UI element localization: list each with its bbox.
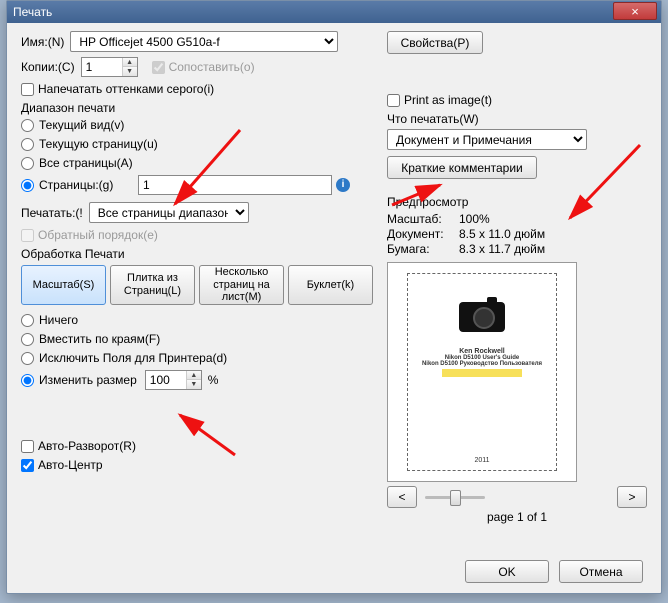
radio-scale-none[interactable]: [21, 314, 34, 327]
label-current-view: Текущий вид(v): [39, 118, 124, 132]
radio-scale-fit[interactable]: [21, 333, 34, 346]
close-icon: ×: [631, 5, 639, 18]
preview-doc-title-ru: Nikon D5100 Руководство Пользователя: [422, 361, 542, 367]
ok-button[interactable]: OK: [465, 560, 549, 583]
titlebar[interactable]: Печать ×: [7, 1, 661, 23]
reverse-label: Обратный порядок(e): [38, 228, 158, 242]
preview-paper-k: Бумага:: [387, 242, 459, 256]
handling-title: Обработка Печати: [21, 247, 373, 261]
pages-input[interactable]: [138, 175, 332, 195]
reverse-checkbox: [21, 229, 34, 242]
handling-scale-button[interactable]: Масштаб(S): [21, 265, 106, 305]
radio-all-pages[interactable]: [21, 157, 34, 170]
print-as-image-label: Print as image(t): [404, 93, 492, 107]
auto-rotate-label: Авто-Разворот(R): [38, 439, 136, 453]
auto-center-label: Авто-Центр: [38, 458, 103, 472]
next-page-button[interactable]: >: [617, 486, 647, 508]
label-scale-exclude: Исключить Поля для Принтера(d): [39, 351, 227, 365]
info-icon[interactable]: i: [336, 178, 350, 192]
cancel-button[interactable]: Отмена: [559, 560, 643, 583]
collate-checkbox: [152, 61, 165, 74]
highlight-bar: [442, 369, 522, 377]
preview-doc-k: Документ:: [387, 227, 459, 241]
spin-down-icon[interactable]: ▼: [187, 380, 201, 389]
preview-doc-v: 8.5 x 11.0 дюйм: [459, 227, 545, 241]
prev-page-button[interactable]: <: [387, 486, 417, 508]
preview-page: Ken Rockwell Nikon D5100 User's Guide Ni…: [407, 273, 557, 471]
spin-up-icon[interactable]: ▲: [123, 58, 137, 67]
collate-label: Сопоставить(o): [169, 60, 255, 74]
resize-input[interactable]: [146, 371, 186, 389]
window-title: Печать: [13, 5, 613, 19]
label-scale-fit: Вместить по краям(F): [39, 332, 160, 346]
printer-name-label: Имя:(N): [21, 35, 64, 49]
what-print-select[interactable]: Документ и Примечания: [387, 129, 587, 150]
zoom-slider[interactable]: [425, 496, 485, 499]
print-as-image-checkbox[interactable]: [387, 94, 400, 107]
label-scale-resize: Изменить размер: [39, 373, 137, 387]
grayscale-checkbox[interactable]: [21, 83, 34, 96]
camera-icon: [459, 302, 505, 332]
label-scale-none: Ничего: [39, 313, 78, 327]
spin-down-icon[interactable]: ▼: [123, 67, 137, 76]
print-dialog: Печать × Имя:(N) HP Officejet 4500 G510a…: [6, 0, 662, 594]
preview-title: Предпросмотр: [387, 195, 647, 209]
copies-label: Копии:(C): [21, 60, 75, 74]
radio-scale-resize[interactable]: [21, 374, 34, 387]
grayscale-label: Напечатать оттенками серого(i): [38, 82, 214, 96]
close-button[interactable]: ×: [613, 2, 657, 20]
radio-scale-exclude[interactable]: [21, 352, 34, 365]
radio-pages[interactable]: [21, 179, 34, 192]
resize-spinner[interactable]: ▲▼: [145, 370, 202, 390]
label-all-pages: Все страницы(A): [39, 156, 133, 170]
range-title: Диапазон печати: [21, 101, 373, 115]
preview-doc-year: 2011: [474, 457, 489, 464]
label-current-page: Текущую страницу(u): [39, 137, 158, 151]
auto-rotate-checkbox[interactable]: [21, 440, 34, 453]
preview-doc-author: Ken Rockwell: [459, 348, 505, 355]
preview-scale-k: Масштаб:: [387, 212, 459, 226]
properties-button[interactable]: Свойства(P): [387, 31, 483, 54]
auto-center-checkbox[interactable]: [21, 459, 34, 472]
copies-spinner[interactable]: ▲▼: [81, 57, 138, 77]
page-indicator: page 1 of 1: [387, 510, 647, 524]
handling-tile-button[interactable]: Плитка из Страниц(L): [110, 265, 195, 305]
handling-multi-button[interactable]: Несколько страниц на лист(M): [199, 265, 284, 305]
print-subset-label: Печатать:(!: [21, 206, 83, 220]
preview-box: Ken Rockwell Nikon D5100 User's Guide Ni…: [387, 262, 577, 482]
what-print-label: Что печатать(W): [387, 112, 647, 126]
printer-select[interactable]: HP Officejet 4500 G510a-f: [70, 31, 338, 52]
handling-booklet-button[interactable]: Буклет(k): [288, 265, 373, 305]
label-pages: Страницы:(g): [39, 178, 138, 192]
spin-up-icon[interactable]: ▲: [187, 371, 201, 380]
preview-paper-v: 8.3 x 11.7 дюйм: [459, 242, 545, 256]
print-subset-select[interactable]: Все страницы диапазона: [89, 202, 249, 223]
radio-current-view[interactable]: [21, 119, 34, 132]
radio-current-page[interactable]: [21, 138, 34, 151]
resize-unit: %: [208, 373, 219, 387]
copies-input[interactable]: [82, 58, 122, 76]
preview-scale-v: 100%: [459, 212, 490, 226]
comments-button[interactable]: Краткие комментарии: [387, 156, 537, 179]
